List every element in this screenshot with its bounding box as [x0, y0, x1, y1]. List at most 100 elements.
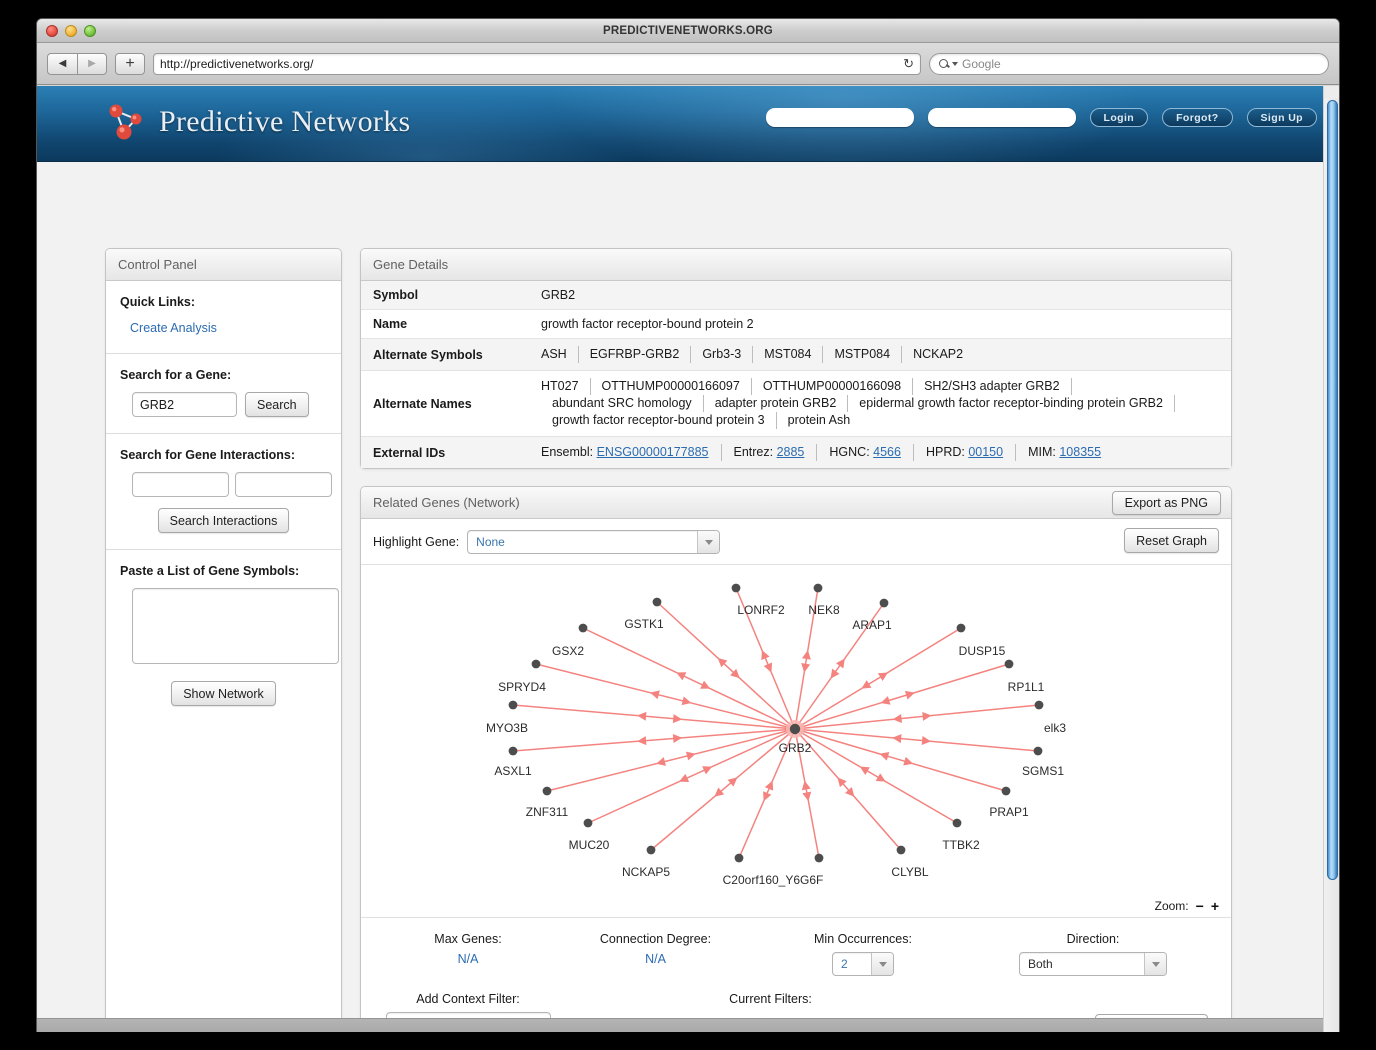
graph-node[interactable]: [532, 660, 541, 669]
zoom-in-button[interactable]: +: [1211, 899, 1219, 913]
graph-node-label: ASXL1: [494, 764, 531, 778]
reload-icon[interactable]: ↻: [897, 56, 914, 72]
export-as-png-button[interactable]: Export as PNG: [1112, 491, 1221, 515]
graph-node[interactable]: [814, 584, 823, 593]
graph-node[interactable]: [647, 846, 656, 855]
maximize-window-button[interactable]: [84, 25, 96, 37]
page-viewport: Predictive Networks Login Forgot? Sign U…: [37, 86, 1339, 1032]
graph-node[interactable]: [584, 819, 593, 828]
search-interactions-row: Search Interactions: [120, 508, 327, 533]
password-field[interactable]: [928, 108, 1076, 127]
network-logo-icon: [103, 100, 147, 144]
scrollbar-thumb[interactable]: [1327, 100, 1338, 880]
row-value: growth factor receptor-bound protein 2: [529, 310, 1231, 339]
close-window-button[interactable]: [46, 25, 58, 37]
graph-node-label: ZNF311: [526, 805, 568, 819]
graph-node[interactable]: [953, 819, 962, 828]
chip: OTTHUMP00000166097: [591, 378, 752, 395]
search-interactions-button[interactable]: Search Interactions: [158, 508, 290, 533]
search-interactions-heading: Search for Gene Interactions:: [120, 448, 327, 462]
forgot-button[interactable]: Forgot?: [1162, 108, 1232, 127]
external-id-source: Entrez:: [734, 445, 777, 459]
window-title: PREDICTIVENETWORKS.ORG: [37, 19, 1339, 43]
external-id-link[interactable]: 00150: [968, 445, 1003, 459]
site-logo-area[interactable]: Predictive Networks: [103, 100, 410, 144]
zoom-label: Zoom:: [1155, 899, 1189, 913]
paste-genes-heading: Paste a List of Gene Symbols:: [120, 564, 327, 578]
search-button[interactable]: Search: [245, 392, 309, 417]
min-occurrences-select[interactable]: 2: [832, 952, 894, 976]
graph-edge-arrow: [827, 669, 840, 682]
graph-node[interactable]: [897, 846, 906, 855]
address-bar[interactable]: http://predictivenetworks.org/ ↻: [153, 53, 921, 75]
control-panel-title: Control Panel: [118, 257, 197, 272]
graph-edge-arrow: [858, 763, 870, 775]
page-scrollbar[interactable]: [1323, 86, 1339, 1032]
chip: protein Ash: [777, 412, 862, 429]
create-analysis-link[interactable]: Create Analysis: [130, 321, 217, 335]
external-id-link[interactable]: 2885: [777, 445, 805, 459]
row-value: ASHEGFRBP-GRB2Grb3-3MST084MSTP084NCKAP2: [529, 339, 1231, 371]
nav-buttons: ◀ ▶: [47, 53, 107, 75]
graph-node[interactable]: [509, 701, 518, 710]
graph-node[interactable]: [543, 787, 552, 796]
username-field[interactable]: [766, 108, 914, 127]
graph-node-label: CLYBL: [891, 865, 928, 879]
gene-symbols-textarea[interactable]: [132, 588, 339, 664]
window-controls: [46, 25, 96, 37]
graph-node[interactable]: [957, 624, 966, 633]
graph-node[interactable]: [732, 584, 741, 593]
graph-node[interactable]: [1005, 660, 1014, 669]
graph-center-node[interactable]: [790, 724, 800, 734]
zoom-out-button[interactable]: −: [1196, 899, 1204, 913]
external-id-source: Ensembl:: [541, 445, 597, 459]
chevron-down-icon[interactable]: [697, 531, 719, 553]
graph-node[interactable]: [815, 854, 824, 863]
chevron-down-icon[interactable]: [871, 953, 893, 975]
gene-search-input[interactable]: [132, 392, 237, 417]
graph-node[interactable]: [1035, 701, 1044, 710]
show-network-button[interactable]: Show Network: [171, 681, 276, 706]
signup-button[interactable]: Sign Up: [1247, 108, 1317, 127]
graph-node-label: NCKAP5: [622, 865, 670, 879]
external-id-link[interactable]: ENSG00000177885: [597, 445, 709, 459]
window-titlebar: PREDICTIVENETWORKS.ORG: [37, 19, 1339, 43]
browser-search-box[interactable]: Google: [929, 53, 1329, 75]
external-id-source: MIM:: [1028, 445, 1059, 459]
graph-node[interactable]: [509, 747, 518, 756]
search-interactions-section: Search for Gene Interactions: Search Int…: [106, 434, 341, 550]
graph-node[interactable]: [653, 598, 662, 607]
minimize-window-button[interactable]: [65, 25, 77, 37]
external-id-source: HPRD:: [926, 445, 968, 459]
graph-edge-arrow: [905, 688, 916, 699]
current-filters-label: Current Filters:: [729, 992, 812, 1006]
external-id-link[interactable]: 108355: [1059, 445, 1101, 459]
graph-node[interactable]: [1002, 787, 1011, 796]
graph-edge: [536, 664, 795, 729]
external-id-link[interactable]: 4566: [873, 445, 901, 459]
graph-edge-arrow: [673, 714, 683, 724]
interaction-gene-b-input[interactable]: [235, 472, 332, 497]
back-button[interactable]: ◀: [47, 53, 77, 75]
chevron-down-icon[interactable]: [1144, 953, 1166, 975]
direction-select[interactable]: Both: [1019, 952, 1167, 976]
highlight-gene-select[interactable]: None: [467, 530, 720, 554]
gene-details-table: Symbol GRB2 Name growth factor receptor-…: [361, 281, 1231, 468]
scrollbar-track-cap: [1324, 86, 1339, 98]
reset-graph-button[interactable]: Reset Graph: [1124, 528, 1219, 553]
network-graph-canvas[interactable]: LONRF2NEK8GSTK1ARAP1GSX2DUSP15SPRYD4RP1L…: [361, 565, 1231, 917]
new-tab-button[interactable]: +: [115, 53, 145, 75]
graph-edge: [657, 602, 795, 729]
interaction-gene-a-input[interactable]: [132, 472, 229, 497]
graph-edge-arrow: [673, 733, 683, 743]
chip: growth factor receptor-bound protein 3: [541, 412, 777, 429]
interaction-inputs-row: [120, 472, 327, 497]
graph-node[interactable]: [735, 854, 744, 863]
login-button[interactable]: Login: [1090, 108, 1149, 127]
row-value: Ensembl: ENSG00000177885Entrez: 2885HGNC…: [529, 437, 1231, 469]
graph-node[interactable]: [579, 624, 588, 633]
graph-node[interactable]: [880, 599, 889, 608]
graph-edge-arrow: [637, 736, 647, 746]
graph-node[interactable]: [1034, 747, 1043, 756]
forward-button[interactable]: ▶: [77, 53, 107, 75]
